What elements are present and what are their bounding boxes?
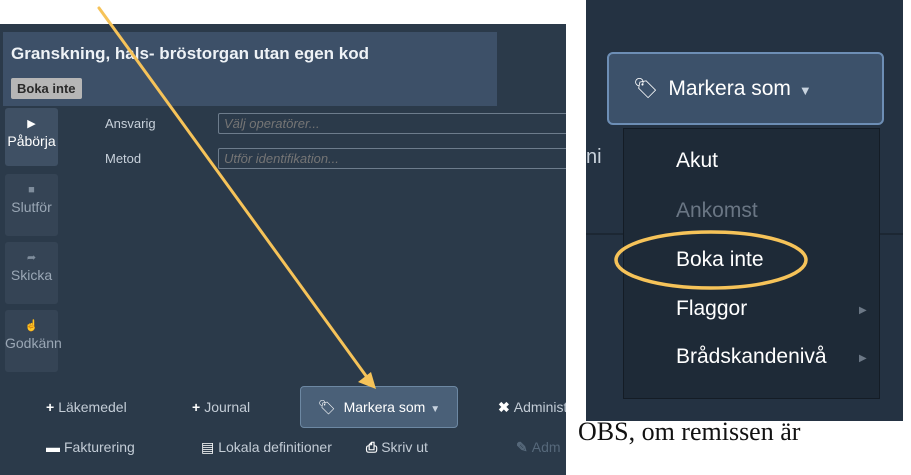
app-screenshot-left: Granskning, hals- bröstorgan utan egen k… <box>0 0 566 475</box>
dropdown-zoom-panel: ni 🏷 Markera som ▼ Akut Ankomst Boka inte … <box>586 0 903 421</box>
highlight-ring <box>614 230 808 290</box>
annotation-arrow <box>97 6 376 389</box>
highlight-ellipse <box>614 230 808 290</box>
footnote-text: OBS, om remissen är <box>578 417 801 446</box>
arrow-shaft <box>97 6 371 382</box>
arrow-head <box>358 372 376 389</box>
